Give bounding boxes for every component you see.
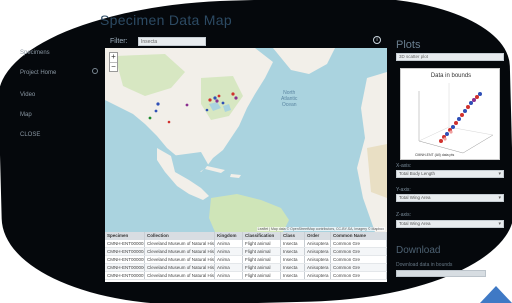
filter-select[interactable]: Insecta xyxy=(138,37,206,46)
z-axis-label: Z-axis: xyxy=(396,212,411,218)
table-body: CMNH-ENT000001 Cleveland Museum of Natura… xyxy=(105,240,387,280)
table-cell: Common Gre xyxy=(331,272,387,279)
y-axis-label: Y-axis: xyxy=(396,187,411,193)
table-cell: Anima xyxy=(215,264,243,271)
table-cell: Cleveland Museum of Natural History xyxy=(147,240,215,247)
column-header[interactable]: Collection xyxy=(145,232,215,240)
plot-canvas xyxy=(418,83,494,154)
info-icon[interactable]: i xyxy=(373,36,381,44)
table-row[interactable]: CMNH-ENT000001 Cleveland Museum of Natura… xyxy=(105,240,387,248)
zoom-control: + − xyxy=(109,52,118,72)
download-label: Download data in bounds xyxy=(396,262,453,268)
table-cell: Anisoptera xyxy=(305,272,331,279)
table-cell: Anisoptera xyxy=(305,264,331,271)
column-header[interactable]: Order xyxy=(305,232,331,240)
photo-frame: Specimen Data Map Specimens Project Home… xyxy=(0,0,512,303)
table-row[interactable]: CMNH-ENT000006 Cleveland Museum of Natura… xyxy=(105,264,387,272)
app-title: Specimen Data Map xyxy=(100,12,232,28)
table-cell: Flight animal xyxy=(243,240,281,247)
x-axis-label: X-axis: xyxy=(396,163,412,169)
table-row[interactable]: CMNH-ENT000005 Cleveland Museum of Natura… xyxy=(105,256,387,264)
table-header: Specimen Collection Kingdom Classificati… xyxy=(105,232,387,240)
sidebar-item-project-home[interactable]: Project Home xyxy=(20,70,56,76)
table-cell: Anima xyxy=(215,248,243,255)
plot-type-select[interactable]: 3D scatter plot xyxy=(396,53,504,61)
table-cell: Cleveland Museum of Natural History xyxy=(147,264,215,271)
table-cell: CMNH-ENT000007 xyxy=(107,272,145,279)
column-header[interactable]: Specimen xyxy=(105,232,145,240)
table-cell: Cleveland Museum of Natural History xyxy=(147,256,215,263)
pointer-arrow-icon xyxy=(480,286,512,303)
plots-title: Plots xyxy=(396,39,421,51)
sidebar-item-map[interactable]: Map xyxy=(20,112,32,118)
table-cell: CMNH-ENT000005 xyxy=(107,256,145,263)
column-header[interactable]: Class xyxy=(281,232,305,240)
table-cell: CMNH-ENT000004 xyxy=(107,248,145,255)
sidebar-item-video[interactable]: Video xyxy=(20,92,35,98)
scatter-plot[interactable]: Data in bounds CMNH-ENT (All) data pts xyxy=(400,68,500,160)
table-cell: Cleveland Museum of Natural History xyxy=(147,248,215,255)
table-cell: Flight animal xyxy=(243,256,281,263)
table-cell: Anima xyxy=(215,256,243,263)
zoom-out-button[interactable]: − xyxy=(110,62,117,71)
z-axis-select[interactable]: Total Wing Area xyxy=(396,220,504,228)
zoom-in-button[interactable]: + xyxy=(110,53,117,62)
table-cell: Anisoptera xyxy=(305,240,331,247)
map-view[interactable]: + − North Atlantic Ocean Leaflet | Map d… xyxy=(105,48,387,232)
sidebar: Specimens Project Home Video Map CLOSE xyxy=(14,40,102,190)
settings-icon[interactable] xyxy=(92,68,98,74)
specimen-table: Specimen Collection Kingdom Classificati… xyxy=(105,232,387,282)
table-cell: Anima xyxy=(215,272,243,279)
filter-label: Filter: xyxy=(110,38,128,45)
ocean-label: North Atlantic Ocean xyxy=(281,90,298,108)
table-row[interactable]: CMNH-ENT000007 Cleveland Museum of Natura… xyxy=(105,272,387,280)
table-cell: Anima xyxy=(215,240,243,247)
map-tiles xyxy=(105,48,387,232)
table-cell: Flight animal xyxy=(243,272,281,279)
table-cell: Cleveland Museum of Natural History xyxy=(147,272,215,279)
table-cell: Flight animal xyxy=(243,248,281,255)
map-attribution[interactable]: Leaflet | Map data © OpenStreetMap contr… xyxy=(256,227,385,231)
sidebar-item-close[interactable]: CLOSE xyxy=(20,132,40,138)
plot-legend: CMNH-ENT (All) data pts xyxy=(415,153,455,157)
table-cell: CMNH-ENT000006 xyxy=(107,264,145,271)
x-axis-select[interactable]: Total Body Length xyxy=(396,170,504,178)
table-cell: Insecta xyxy=(281,272,305,279)
table-cell: Flight animal xyxy=(243,264,281,271)
table-cell: Common Gre xyxy=(331,264,387,271)
download-select[interactable] xyxy=(396,270,486,277)
table-cell: Common Gre xyxy=(331,248,387,255)
column-header[interactable]: Classification xyxy=(243,232,281,240)
table-cell: Insecta xyxy=(281,256,305,263)
column-header[interactable]: Common Name xyxy=(331,232,387,240)
table-cell: Insecta xyxy=(281,264,305,271)
table-row[interactable]: CMNH-ENT000004 Cleveland Museum of Natura… xyxy=(105,248,387,256)
table-cell: Insecta xyxy=(281,248,305,255)
sidebar-item-specimens[interactable]: Specimens xyxy=(20,50,50,56)
table-cell: Common Gre xyxy=(331,240,387,247)
y-axis-select[interactable]: Total Wing Area xyxy=(396,194,504,202)
download-title: Download xyxy=(396,245,441,256)
table-cell: Anisoptera xyxy=(305,256,331,263)
table-cell: Insecta xyxy=(281,240,305,247)
column-header[interactable]: Kingdom xyxy=(215,232,243,240)
table-cell: CMNH-ENT000001 xyxy=(107,240,145,247)
table-cell: Common Gre xyxy=(331,256,387,263)
table-cell: Anisoptera xyxy=(305,248,331,255)
